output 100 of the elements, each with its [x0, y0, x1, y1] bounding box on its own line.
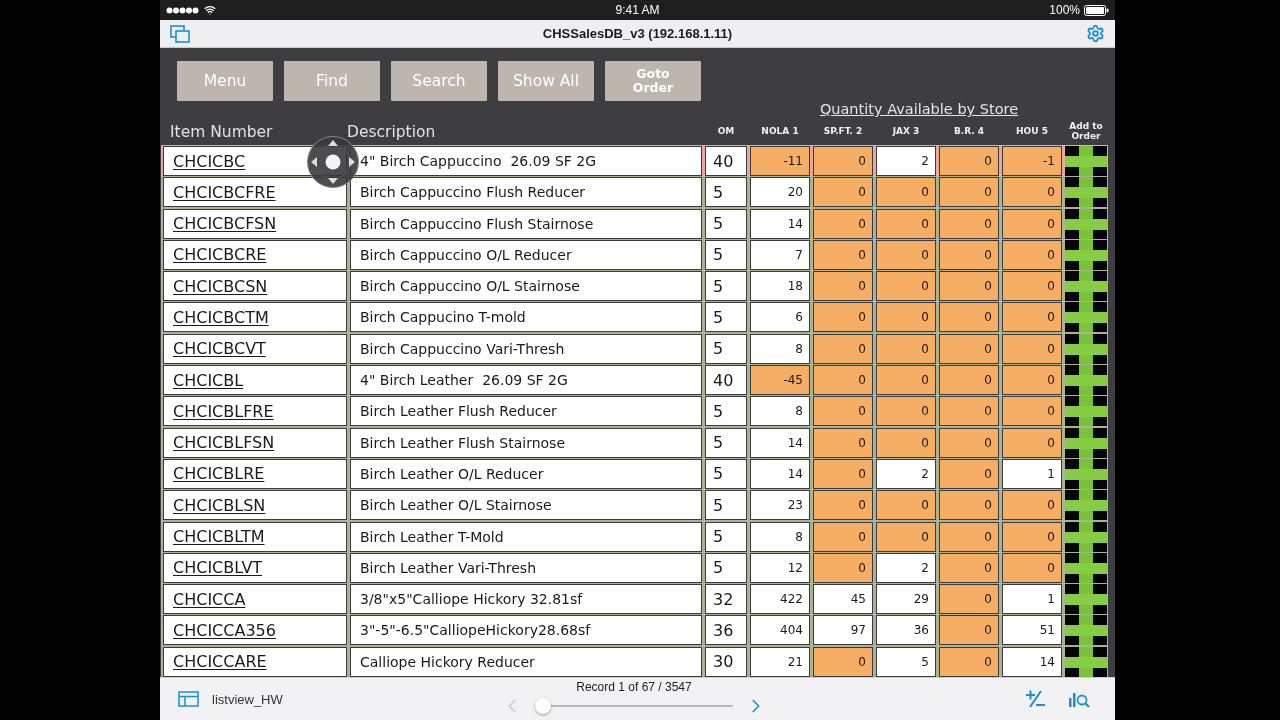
- om-cell: 5: [705, 552, 747, 583]
- item-number-link[interactable]: CHCICBCRE: [173, 245, 267, 265]
- table-row[interactable]: CHCICBLFRE Birch Leather Flush Reducer 5 8 0 0 0 0: [161, 395, 1108, 427]
- table-row[interactable]: CHCICBLSN Birch Leather O/L Stairnose 5 23 0 0 0 0: [161, 489, 1108, 521]
- overlapping-squares-icon[interactable]: [170, 24, 190, 43]
- table-row[interactable]: CHCICBCSN Birch Cappuccino O/L Stairnose 5 18 0 0 0 0: [161, 270, 1108, 302]
- column-header: NOLA 1: [761, 126, 799, 137]
- record-slider[interactable]: [535, 697, 733, 714]
- quantity-cell: 0: [1002, 521, 1062, 552]
- quantity-cell: 14: [750, 458, 810, 489]
- add-to-order-button[interactable]: [1065, 396, 1107, 427]
- item-number-link[interactable]: CHCICBCSN: [173, 276, 268, 296]
- quantity-cell: 1: [1002, 584, 1062, 615]
- item-number-link[interactable]: CHCICCA: [173, 589, 246, 609]
- table-row[interactable]: CHCICBLVT Birch Leather Vari-Thresh 5 12 0 2 0 0: [161, 551, 1108, 584]
- item-number-link[interactable]: CHCICCA356: [173, 620, 276, 640]
- quantity-cell: 0: [1002, 552, 1062, 583]
- group-heading: Quantity Available by Store: [819, 101, 1019, 118]
- table-row[interactable]: CHCICBCFRE Birch Cappuccino Flush Reducer 5 20 0 0 0 0: [161, 176, 1108, 208]
- quantity-cell: 0: [813, 208, 873, 239]
- om-cell: 5: [705, 333, 747, 364]
- table-row[interactable]: CHCICCA356 3"-5"-6.5"CalliopeHickory28.68sf 36 404 97 36 0 51: [161, 614, 1108, 646]
- slider-thumb[interactable]: [535, 697, 551, 714]
- item-number-link[interactable]: CHCICBLVT: [173, 558, 263, 578]
- add-to-order-button[interactable]: [1065, 458, 1107, 489]
- quantity-cell: 0: [1002, 427, 1062, 458]
- item-number-link[interactable]: CHCICBCVT: [173, 339, 266, 359]
- quantity-cell: 0: [939, 333, 999, 364]
- item-number-link[interactable]: CHCICCARE: [173, 652, 267, 672]
- add-to-order-button[interactable]: [1065, 584, 1107, 615]
- om-cell: 5: [705, 239, 747, 270]
- quantity-cell: 0: [813, 490, 873, 521]
- add-to-order-button[interactable]: [1065, 208, 1107, 239]
- battery-percentage: 100%: [1049, 3, 1080, 17]
- add-to-order-button[interactable]: [1065, 552, 1107, 583]
- item-number-link[interactable]: CHCICBLRE: [173, 464, 265, 484]
- layout-name[interactable]: listview_HW: [212, 691, 283, 707]
- om-cell: 5: [705, 208, 747, 239]
- add-to-order-button[interactable]: [1065, 365, 1107, 396]
- settings-button[interactable]: [1086, 24, 1105, 43]
- add-to-order-button[interactable]: [1065, 239, 1107, 270]
- om-cell: 32: [705, 584, 747, 615]
- table-row[interactable]: CHCICBCRE Birch Cappuccino O/L Reducer 5 7 0 0 0 0: [161, 238, 1108, 271]
- table-row[interactable]: CHCICBLTM Birch Leather T-Mold 5 8 0 0 0 0: [161, 520, 1108, 552]
- plus-icon: [1065, 584, 1107, 615]
- quantity-cell: 0: [1002, 333, 1062, 364]
- item-number-link[interactable]: CHCICBLSN: [173, 495, 266, 515]
- quantity-cell: 0: [813, 427, 873, 458]
- description-cell: Birch Cappucino T-mold: [350, 302, 702, 333]
- table-row[interactable]: CHCICBLRE Birch Leather O/L Reducer 5 14 0 2 0 1: [161, 457, 1108, 490]
- column-header: SP.FT. 2: [823, 126, 863, 137]
- table-row[interactable]: CHCICCA 3/8"x5"Calliope Hickory 32.81sf 32 422 45 29 0 1: [161, 583, 1108, 615]
- add-to-order-button[interactable]: [1065, 646, 1107, 677]
- plus-icon: [1065, 146, 1107, 176]
- quantity-cell: 0: [939, 521, 999, 552]
- item-number-link[interactable]: CHCICBLFRE: [173, 401, 274, 421]
- add-to-order-button[interactable]: [1065, 615, 1107, 646]
- add-to-order-button[interactable]: [1065, 146, 1107, 176]
- om-cell: 5: [705, 521, 747, 552]
- om-cell: 5: [705, 271, 747, 302]
- description-cell: Birch Cappuccino O/L Reducer: [350, 239, 702, 270]
- battery-icon: [1084, 4, 1109, 16]
- quantity-cell: 8: [750, 521, 810, 552]
- quantity-cell: 0: [876, 396, 936, 427]
- description-cell: Birch Leather Flush Reducer: [350, 396, 702, 427]
- quantity-cell: 2: [876, 552, 936, 583]
- om-cell: 5: [705, 427, 747, 458]
- description-cell: Birch Cappuccino Flush Stairnose: [350, 208, 702, 239]
- edit-button[interactable]: [1024, 689, 1046, 709]
- quantity-cell: 0: [813, 521, 873, 552]
- add-to-order-button[interactable]: [1065, 302, 1107, 333]
- table-row[interactable]: CHCICBC 4" Birch Cappuccino 26.09 SF 2G 40 -11 0 2 0 -1: [161, 145, 1108, 177]
- item-number-link[interactable]: CHCICBCFRE: [173, 182, 276, 202]
- quantity-cell: 0: [939, 552, 999, 583]
- item-number-link[interactable]: CHCICBLTM: [173, 527, 265, 547]
- column-header: Add to Order: [1068, 121, 1104, 142]
- table-row[interactable]: CHCICCARE Calliope Hickory Reducer 30 21 0 5 0 14: [161, 645, 1108, 678]
- item-number-link[interactable]: CHCICBC: [173, 151, 246, 171]
- table-row[interactable]: CHCICBL 4" Birch Leather 26.09 SF 2G 40 -45 0 0 0 0: [161, 364, 1108, 396]
- item-number-link[interactable]: CHCICBL: [173, 370, 244, 390]
- plus-icon: [1065, 302, 1107, 333]
- add-to-order-button[interactable]: [1065, 333, 1107, 364]
- table-row[interactable]: CHCICBLFSN Birch Leather Flush Stairnose 5 14 0 0 0 0: [161, 426, 1108, 458]
- add-to-order-button[interactable]: [1065, 271, 1107, 302]
- quantity-cell: 20: [750, 177, 810, 208]
- add-to-order-button[interactable]: [1065, 177, 1107, 208]
- quantity-cell: 0: [876, 208, 936, 239]
- om-cell: 36: [705, 615, 747, 646]
- item-number-link[interactable]: CHCICBLFSN: [173, 433, 275, 453]
- table-row[interactable]: CHCICBCTM Birch Cappucino T-mold 5 6 0 0 0 0: [161, 301, 1108, 333]
- item-number-link[interactable]: CHCICBCFSN: [173, 214, 277, 234]
- table-row[interactable]: CHCICBCVT Birch Cappuccino Vari-Thresh 5 8 0 0 0 0: [161, 332, 1108, 365]
- table-row[interactable]: CHCICBCFSN Birch Cappuccino Flush Stairnose 5 14 0 0 0 0: [161, 207, 1108, 239]
- add-to-order-button[interactable]: [1065, 427, 1107, 458]
- item-number-link[interactable]: CHCICBCTM: [173, 308, 269, 327]
- quantity-cell: 0: [939, 208, 999, 239]
- add-to-order-button[interactable]: [1065, 490, 1107, 521]
- description-cell: Birch Cappuccino O/L Stairnose: [350, 271, 702, 302]
- add-to-order-button[interactable]: [1065, 521, 1107, 552]
- table-layout-icon[interactable]: [178, 691, 199, 707]
